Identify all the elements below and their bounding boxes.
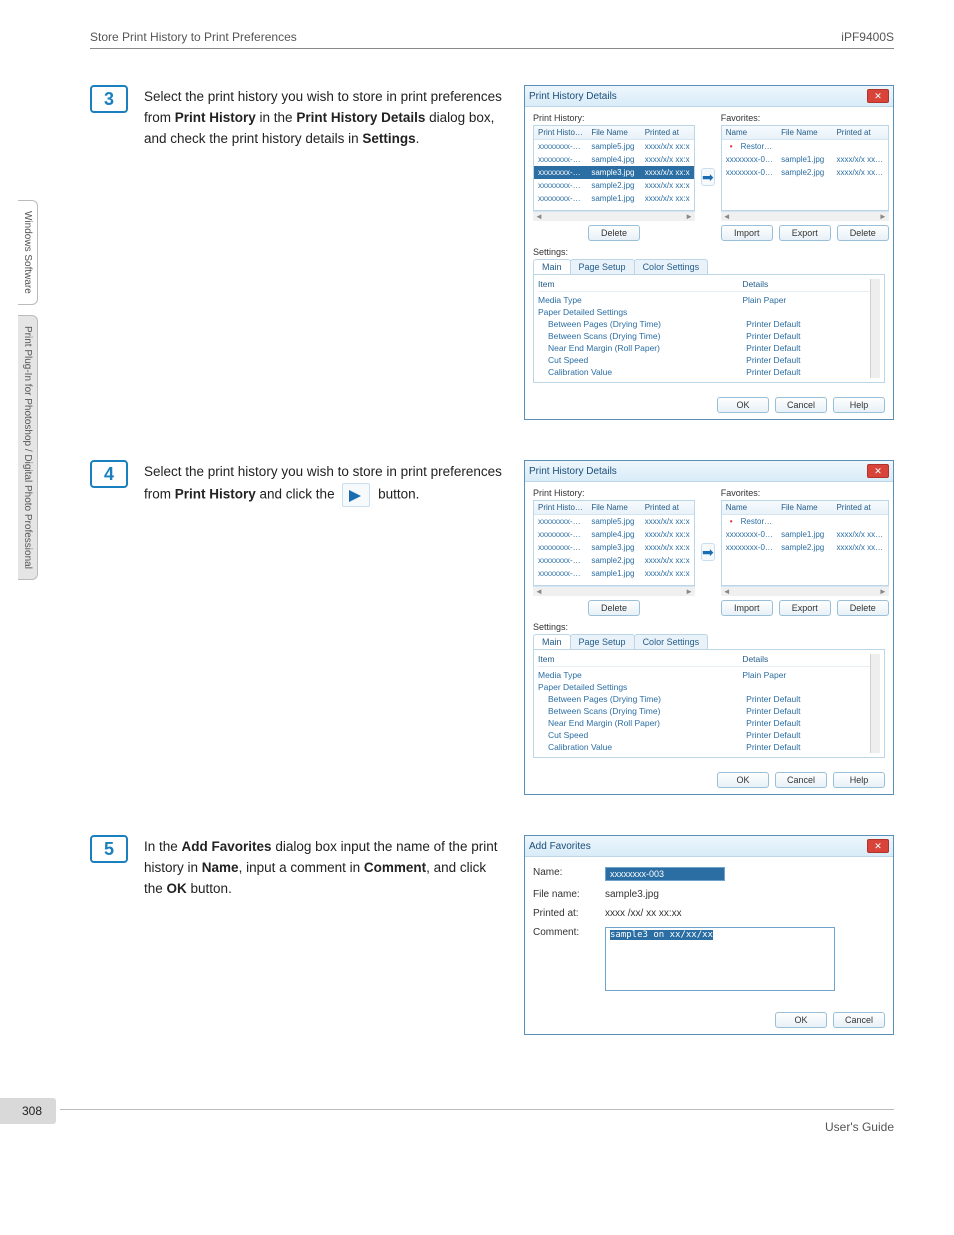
scroll-horizontal[interactable]: ◄►: [533, 211, 695, 221]
import-button[interactable]: Import: [721, 225, 773, 241]
scroll-horizontal[interactable]: ◄►: [721, 211, 889, 221]
settings-label: Settings:: [533, 247, 885, 257]
filename-value: sample3.jpg: [605, 889, 885, 900]
list-item: xxxxxxxx-001sample1.jpgxxxx/x/x xx:xx: [722, 528, 888, 541]
table-row: Near End Margin (Roll Paper)Printer Defa…: [538, 342, 870, 354]
page-number: 308: [0, 1098, 56, 1124]
print-history-list[interactable]: Print History Nu...File NamePrinted at x…: [533, 500, 695, 586]
ok-button[interactable]: OK: [775, 1012, 827, 1028]
delete-button[interactable]: Delete: [837, 225, 889, 241]
favorites-label: Favorites:: [721, 113, 889, 123]
delete-button[interactable]: Delete: [837, 600, 889, 616]
table-row: Between Scans (Drying Time)Printer Defau…: [538, 330, 870, 342]
add-favorites-dialog: Add Favorites ✕ Name: File name: sample3…: [524, 835, 894, 1035]
favorites-list[interactable]: NameFile NamePrinted at •Restore Default…: [721, 125, 889, 211]
side-tab-software[interactable]: Windows Software: [18, 200, 38, 305]
ok-button[interactable]: OK: [717, 397, 769, 413]
print-history-details-dialog: Print History Details ✕ Print History: P…: [524, 460, 894, 795]
dialog-title: Add Favorites: [529, 841, 591, 852]
scroll-vertical[interactable]: [870, 654, 880, 753]
list-item: xxxxxxxx-002sample2.jpgxxxx/x/x xx:xx: [722, 541, 888, 554]
step-4-text: Select the print history you wish to sto…: [144, 460, 504, 507]
scroll-horizontal[interactable]: ◄►: [533, 586, 695, 596]
list-item: xxxxxxxx-005sample5.jpgxxxx/x/x xx:x: [534, 515, 694, 528]
cancel-button[interactable]: Cancel: [775, 772, 827, 788]
step-3-text: Select the print history you wish to sto…: [144, 85, 504, 150]
list-item: xxxxxxxx-004sample4.jpgxxxx/x/x xx:x: [534, 153, 694, 166]
export-button[interactable]: Export: [779, 225, 831, 241]
printedat-value: xxxx /xx/ xx xx:xx: [605, 908, 885, 919]
footer-guide: User's Guide: [825, 1120, 894, 1134]
step-badge-5: 5: [90, 835, 128, 863]
table-row: Calibration ValuePrinter Default: [538, 366, 870, 378]
comment-field[interactable]: [605, 927, 835, 991]
list-item: xxxxxxxx-001sample1.jpgxxxx/x/x xx:x: [534, 567, 694, 580]
export-button[interactable]: Export: [779, 600, 831, 616]
close-icon[interactable]: ✕: [867, 839, 889, 853]
close-icon[interactable]: ✕: [867, 464, 889, 478]
settings-table: ItemDetails Media TypePlain Paper Paper …: [533, 274, 885, 383]
list-item: xxxxxxxx-002sample2.jpgxxxx/x/x xx:x: [534, 179, 694, 192]
list-item-selected: xxxxxxxx-003sample3.jpgxxxx/x/x xx:x: [534, 166, 694, 179]
table-row: Paper Detailed Settings: [538, 306, 870, 318]
filename-label: File name:: [533, 889, 605, 900]
tab-color-settings[interactable]: Color Settings: [634, 259, 709, 274]
list-item: xxxxxxxx-003sample3.jpgxxxx/x/x xx:x: [534, 541, 694, 554]
printedat-label: Printed at:: [533, 908, 605, 919]
side-tabs: Windows Software Print Plug-In for Photo…: [18, 200, 38, 580]
table-row: Media TypePlain Paper: [538, 294, 870, 306]
print-history-list[interactable]: Print History Nu...File NamePrinted at x…: [533, 125, 695, 211]
list-item: •Restore Defaults: [722, 515, 888, 528]
list-item: xxxxxxxx-001sample1.jpgxxxx/x/x xx:xx: [722, 153, 888, 166]
tab-main[interactable]: Main: [533, 259, 571, 274]
ok-button[interactable]: OK: [717, 772, 769, 788]
help-button[interactable]: Help: [833, 772, 885, 788]
close-icon[interactable]: ✕: [867, 89, 889, 103]
delete-button[interactable]: Delete: [588, 225, 640, 241]
settings-table: ItemDetails Media TypePlain Paper Paper …: [533, 649, 885, 758]
breadcrumb: Store Print History to Print Preferences: [90, 30, 297, 44]
delete-button[interactable]: Delete: [588, 600, 640, 616]
import-button[interactable]: Import: [721, 600, 773, 616]
list-item: xxxxxxxx-002sample2.jpgxxxx/x/x xx:xx: [722, 166, 888, 179]
dialog-title: Print History Details: [529, 466, 617, 477]
help-button[interactable]: Help: [833, 397, 885, 413]
name-label: Name:: [533, 867, 605, 878]
name-field[interactable]: [605, 867, 725, 881]
cancel-button[interactable]: Cancel: [775, 397, 827, 413]
list-item: •Restore Defaults: [722, 140, 888, 153]
dialog-title: Print History Details: [529, 91, 617, 102]
comment-label: Comment:: [533, 927, 605, 938]
arrow-right-icon: [342, 483, 370, 507]
tab-page-setup[interactable]: Page Setup: [570, 634, 635, 649]
move-right-icon[interactable]: ➡: [701, 168, 715, 186]
cancel-button[interactable]: Cancel: [833, 1012, 885, 1028]
move-right-icon[interactable]: ➡: [701, 543, 715, 561]
table-row: Between Pages (Drying Time)Printer Defau…: [538, 318, 870, 330]
print-history-label: Print History:: [533, 113, 695, 123]
side-tab-plugin[interactable]: Print Plug-In for Photoshop / Digital Ph…: [18, 315, 38, 580]
tab-main[interactable]: Main: [533, 634, 571, 649]
list-item: xxxxxxxx-002sample2.jpgxxxx/x/x xx:x: [534, 554, 694, 567]
table-row: Cut SpeedPrinter Default: [538, 354, 870, 366]
step-badge-4: 4: [90, 460, 128, 488]
favorites-list[interactable]: NameFile NamePrinted at •Restore Default…: [721, 500, 889, 586]
tab-page-setup[interactable]: Page Setup: [570, 259, 635, 274]
scroll-vertical[interactable]: [870, 279, 880, 378]
step-5-text: In the Add Favorites dialog box input th…: [144, 835, 504, 900]
scroll-horizontal[interactable]: ◄►: [721, 586, 889, 596]
list-item: xxxxxxxx-004sample4.jpgxxxx/x/x xx:x: [534, 528, 694, 541]
print-history-details-dialog: Print History Details ✕ Print History: P…: [524, 85, 894, 420]
step-badge-3: 3: [90, 85, 128, 113]
list-item: xxxxxxxx-001sample1.jpgxxxx/x/x xx:x: [534, 192, 694, 205]
model-name: iPF9400S: [841, 30, 894, 44]
tab-color-settings[interactable]: Color Settings: [634, 634, 709, 649]
list-item: xxxxxxxx-005sample5.jpgxxxx/x/x xx:x: [534, 140, 694, 153]
